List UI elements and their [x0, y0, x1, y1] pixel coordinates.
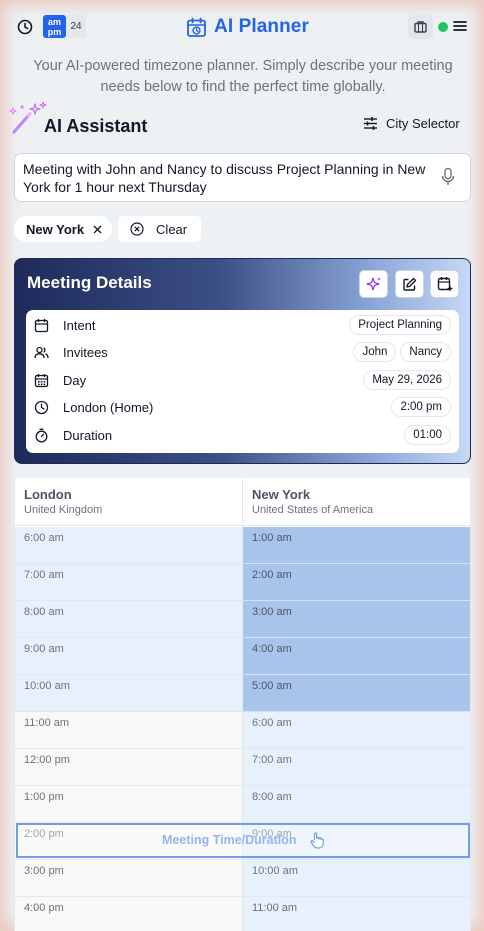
meeting-time-selection[interactable]: Meeting Time/Duration [16, 823, 470, 858]
intent-value: Project Planning [349, 315, 451, 335]
column-city: New York [252, 487, 311, 502]
ampm-top-label: am [47, 17, 61, 27]
meeting-prompt-input[interactable]: Meeting with John and Nancy to discuss P… [14, 153, 471, 202]
calendar-clock-icon [187, 17, 206, 37]
london-time-slot[interactable]: 11:00 am [15, 712, 242, 749]
city-selector-label: City Selector [386, 116, 460, 131]
clear-circle-icon [130, 222, 144, 236]
briefcase-button[interactable] [408, 15, 433, 39]
ai-suggest-button[interactable] [359, 270, 388, 298]
newyork-time-slot[interactable]: 8:00 am [243, 786, 470, 823]
clear-label: Clear [156, 221, 188, 237]
ampm-bottom-label: pm [47, 27, 62, 37]
newyork-time-slot[interactable]: 5:00 am [243, 675, 470, 712]
stopwatch-icon [35, 428, 48, 443]
clear-button[interactable]: Clear [118, 216, 202, 242]
city-chip[interactable]: New York [14, 216, 113, 242]
london-time-slot[interactable]: 4:00 pm [15, 897, 242, 931]
detail-label: Duration [63, 428, 113, 443]
column-country: United Kingdom [24, 504, 103, 516]
newyork-time-slot[interactable]: 10:00 am [243, 860, 470, 897]
microphone-icon[interactable] [440, 167, 456, 187]
london-time-slot[interactable]: 9:00 am [15, 638, 242, 675]
close-icon[interactable] [93, 225, 102, 234]
calendar-grid-icon [34, 374, 49, 388]
home-time-value: 2:00 pm [391, 397, 451, 417]
detail-row-invitees: Invitees John Nancy [26, 339, 459, 366]
users-icon [34, 346, 49, 359]
newyork-time-slot[interactable]: 7:00 am [243, 749, 470, 786]
newyork-time-slot[interactable]: 3:00 am [243, 601, 470, 638]
tagline: Your AI-powered timezone planner. Simply… [33, 58, 453, 95]
edit-icon [403, 277, 417, 291]
meeting-details-card: Meeting Details Intent Project Planning … [14, 258, 471, 464]
detail-row-day: Day May 29, 2026 [26, 367, 459, 394]
briefcase-icon [414, 21, 427, 33]
column-header-newyork: New York United States of America [243, 478, 470, 526]
london-time-slot[interactable]: 7:00 am [15, 564, 242, 601]
city-chip-label: New York [26, 221, 85, 237]
app-title: AI Planner [214, 16, 309, 37]
assistant-header: AI Assistant City Selector [8, 102, 468, 142]
column-header-london: London United Kingdom [15, 478, 242, 526]
meeting-details-list: Intent Project Planning Invitees John Na… [26, 310, 459, 453]
prompt-text: Meeting with John and Nancy to discuss P… [23, 161, 426, 195]
column-country: United States of America [252, 504, 374, 516]
sliders-icon [364, 117, 377, 130]
newyork-time-slot[interactable]: 1:00 am [243, 527, 470, 564]
column-divider [242, 478, 243, 931]
newyork-time-slot[interactable]: 6:00 am [243, 712, 470, 749]
newyork-time-slot[interactable]: 2:00 am [243, 564, 470, 601]
menu-icon[interactable] [453, 19, 467, 33]
app-frame: am pm 24 AI Planner Your AI-powered time… [0, 0, 484, 931]
london-time-slot[interactable]: 1:00 pm [15, 786, 242, 823]
add-to-calendar-button[interactable] [430, 270, 459, 298]
meeting-details-title: Meeting Details [27, 273, 152, 292]
detail-label: Day [63, 373, 87, 388]
london-time-slot[interactable]: 3:00 pm [15, 860, 242, 897]
calendar-plus-icon [437, 277, 452, 291]
detail-label: Intent [63, 318, 96, 333]
sparkle-icon [365, 277, 381, 291]
detail-row-duration: Duration 01:00 [26, 422, 459, 449]
calendar-icon [34, 319, 49, 333]
newyork-time-slot[interactable]: 4:00 am [243, 638, 470, 675]
top-bar: am pm 24 AI Planner [0, 0, 484, 54]
status-indicator [438, 22, 448, 32]
london-time-slot[interactable]: 8:00 am [15, 601, 242, 638]
hand-cursor-icon [310, 832, 324, 849]
column-city: London [24, 487, 72, 502]
detail-label: London (Home) [63, 400, 154, 415]
london-time-slot[interactable]: 12:00 pm [15, 749, 242, 786]
clock-icon [34, 400, 49, 415]
assistant-title: AI Assistant [44, 116, 148, 136]
edit-button[interactable] [395, 270, 424, 298]
london-time-slot[interactable]: 6:00 am [15, 527, 242, 564]
detail-row-home-time: London (Home) 2:00 pm [26, 394, 459, 421]
timezone-grid: London United Kingdom New York United St… [14, 478, 471, 931]
london-time-slot[interactable]: 10:00 am [15, 675, 242, 712]
invitee-chip: Nancy [400, 342, 451, 362]
day-value: May 29, 2026 [363, 370, 451, 390]
filter-chips: New York Clear [14, 216, 202, 242]
duration-value: 01:00 [404, 425, 451, 445]
detail-row-intent: Intent Project Planning [26, 312, 459, 339]
clock-icon[interactable] [16, 18, 34, 36]
detail-label: Invitees [63, 345, 108, 360]
magic-wand-icon [9, 102, 47, 134]
ampm-toggle[interactable]: am pm [43, 15, 66, 38]
city-selector-button[interactable]: City Selector [363, 116, 460, 131]
brand: AI Planner [186, 16, 309, 38]
invitee-chip: John [353, 342, 397, 362]
newyork-time-slot[interactable]: 11:00 am [243, 897, 470, 931]
24h-toggle[interactable]: 24 [66, 15, 86, 38]
meeting-time-label: Meeting Time/Duration [162, 833, 297, 847]
